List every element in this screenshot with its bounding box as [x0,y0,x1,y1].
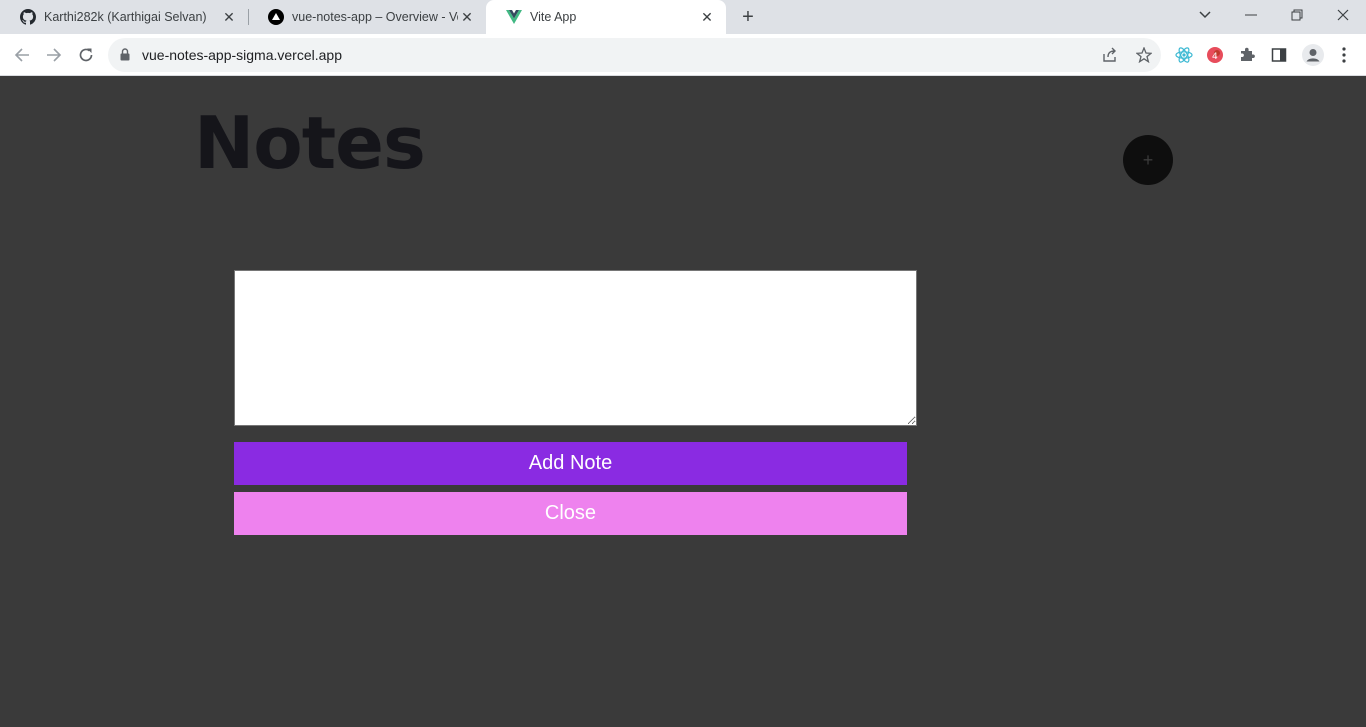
add-note-fab-button[interactable]: + [1123,135,1173,185]
page-content: Notes + Add Note Close [0,77,1366,727]
forward-arrow-icon[interactable] [42,43,66,67]
tab-strip: Karthi282k (Karthigai Selvan) ✕ vue-note… [0,0,1366,34]
tab-title: Vite App [530,10,577,24]
tab-title: Karthi282k (Karthigai Selvan) [44,10,207,24]
restore-icon[interactable] [1274,0,1320,30]
side-panel-icon[interactable] [1270,46,1288,64]
tab-close-icon[interactable]: ✕ [458,8,476,26]
tab-close-icon[interactable]: ✕ [698,8,716,26]
lock-icon[interactable] [120,48,130,66]
url-text[interactable]: vue-notes-app-sigma.vercel.app [142,47,342,63]
tab-title: vue-notes-app – Overview - Vercel [292,10,458,24]
extensions-puzzle-icon[interactable] [1238,46,1256,64]
new-tab-button[interactable]: + [736,5,760,29]
tab-search-icon[interactable] [1182,0,1228,30]
vue-icon [506,9,522,25]
vercel-icon [268,9,284,25]
page-title: Notes [194,101,426,185]
tab-vercel[interactable]: vue-notes-app – Overview - Vercel ✕ [248,0,486,34]
menu-kebab-icon[interactable] [1335,46,1353,64]
tab-vite-app[interactable]: Vite App ✕ [486,0,726,34]
tab-github[interactable]: Karthi282k (Karthigai Selvan) ✕ [0,0,248,34]
address-bar[interactable]: vue-notes-app-sigma.vercel.app [108,38,1161,72]
react-devtools-extension-icon[interactable] [1175,46,1193,64]
notification-extension-icon[interactable]: 4 [1206,46,1224,64]
reload-icon[interactable] [74,43,98,67]
note-textarea[interactable] [234,270,917,426]
close-window-icon[interactable] [1320,0,1366,30]
github-icon [20,9,36,25]
minimize-icon[interactable] [1228,0,1274,30]
add-note-button[interactable]: Add Note [234,442,907,485]
share-icon[interactable] [1101,46,1119,64]
tab-close-icon[interactable]: ✕ [220,8,238,26]
back-arrow-icon[interactable] [10,43,34,67]
bookmark-star-icon[interactable] [1135,46,1153,64]
browser-toolbar: vue-notes-app-sigma.vercel.app 4 [0,34,1366,76]
profile-avatar-icon[interactable] [1302,44,1324,66]
svg-text:4: 4 [1212,52,1218,62]
close-button[interactable]: Close [234,492,907,535]
